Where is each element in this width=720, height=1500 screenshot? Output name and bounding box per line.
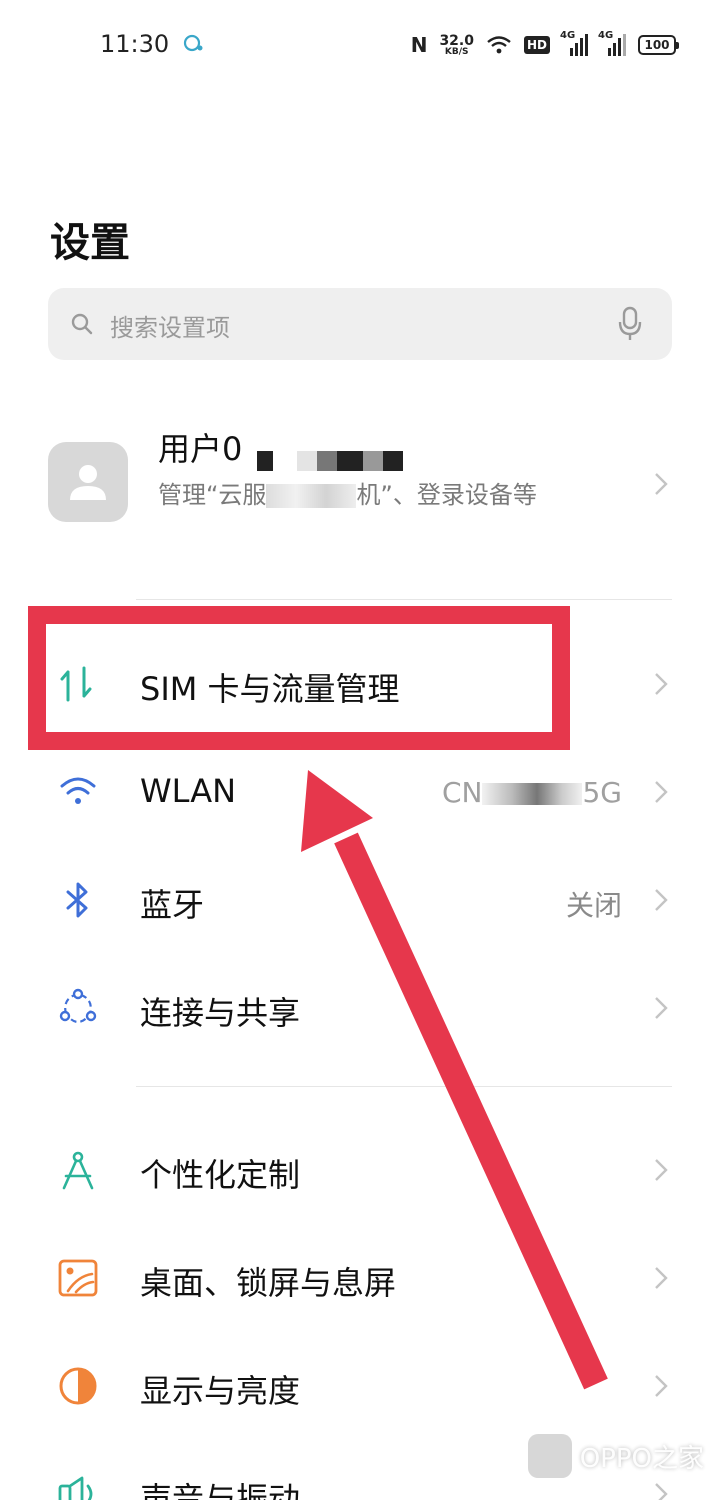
watermark: OPPO之家 xyxy=(527,1428,704,1484)
watermark-text: OPPO之家 xyxy=(579,1443,704,1474)
oppo-home-logo-icon xyxy=(527,1434,572,1478)
annotation-arrow xyxy=(301,770,608,1390)
